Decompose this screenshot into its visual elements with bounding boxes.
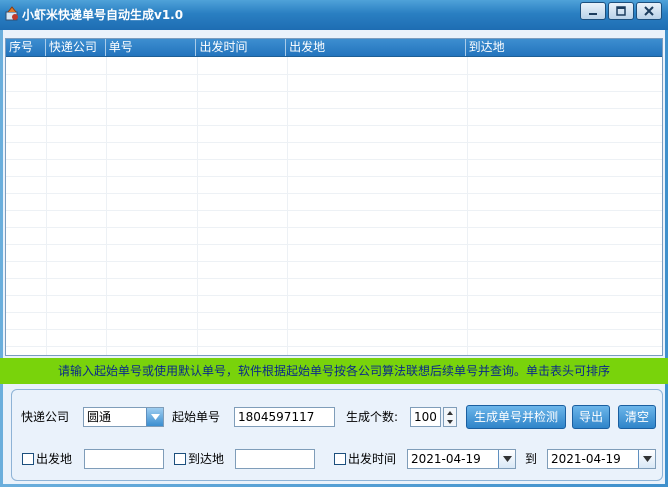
grid-column-line [467, 57, 468, 355]
courier-select[interactable]: 圆通 [83, 407, 164, 427]
minimize-button[interactable] [580, 2, 606, 20]
chevron-down-icon [502, 456, 512, 462]
grid-row-line [6, 176, 662, 177]
grid-row-line [6, 125, 662, 126]
grid-row-line [6, 74, 662, 75]
destination-checkbox[interactable] [174, 453, 186, 465]
table-header: 序号 快递公司 单号 出发时间 出发地 到达地 [6, 39, 662, 57]
grid-row-line [6, 295, 662, 296]
grid-row-line [6, 91, 662, 92]
start-number-input[interactable]: 1804597117 [234, 407, 335, 427]
grid-row-line [6, 142, 662, 143]
grid-row-line [6, 210, 662, 211]
column-header-departure-time[interactable]: 出发时间 [196, 39, 287, 56]
result-table[interactable]: 序号 快递公司 单号 出发时间 出发地 到达地 [5, 38, 663, 356]
close-button[interactable] [636, 2, 662, 20]
date-from-value: 2021-04-19 [411, 452, 481, 466]
grid-row-line [6, 108, 662, 109]
generate-and-check-button[interactable]: 生成单号并检测 [466, 405, 566, 429]
column-header-courier[interactable]: 快递公司 [46, 39, 106, 56]
courier-dropdown-button[interactable] [146, 408, 163, 426]
grid-row-line [6, 312, 662, 313]
chevron-down-icon [150, 414, 160, 420]
close-icon [644, 6, 654, 16]
stepper-down-button[interactable] [444, 417, 456, 426]
date-to-picker[interactable]: 2021-04-19 [547, 449, 656, 469]
window-title: 小虾米快递单号自动生成v1.0 [22, 8, 184, 22]
window-controls [580, 2, 662, 20]
start-number-label: 起始单号 [172, 410, 221, 424]
count-label: 生成个数: [346, 410, 399, 424]
count-input[interactable]: 100 [410, 407, 441, 427]
clear-button[interactable]: 清空 [618, 405, 656, 429]
table-body [6, 57, 662, 355]
grid-row-line [6, 261, 662, 262]
grid-column-line [287, 57, 288, 355]
destination-input[interactable] [235, 449, 315, 469]
chevron-down-icon [642, 456, 652, 462]
grid-row-line [6, 193, 662, 194]
grid-column-line [46, 57, 47, 355]
departure-time-checkbox[interactable] [334, 453, 346, 465]
column-header-index[interactable]: 序号 [6, 39, 46, 56]
column-header-origin[interactable]: 出发地 [286, 39, 466, 56]
count-stepper[interactable] [443, 407, 457, 427]
app-icon [5, 6, 18, 21]
grid-column-line [197, 57, 198, 355]
hint-bar: 请输入起始单号或使用默认单号，软件根据起始单号按各公司算法联想后续单号并查询。单… [0, 358, 668, 384]
courier-select-value: 圆通 [87, 410, 112, 424]
grid-row-line [6, 244, 662, 245]
stepper-up-button[interactable] [444, 408, 456, 417]
destination-label: 到达地 [188, 452, 225, 466]
origin-input[interactable] [84, 449, 164, 469]
grid-row-line [6, 329, 662, 330]
grid-column-line [106, 57, 107, 355]
date-to-dropdown-button[interactable] [638, 450, 655, 468]
grid-row-line [6, 278, 662, 279]
date-from-dropdown-button[interactable] [498, 450, 515, 468]
departure-time-label: 出发时间 [348, 452, 397, 466]
courier-label: 快递公司 [21, 410, 70, 424]
minimize-icon [589, 13, 597, 15]
date-to-value: 2021-04-19 [551, 452, 621, 466]
to-label: 到 [525, 452, 538, 466]
export-button[interactable]: 导出 [572, 405, 610, 429]
caret-up-icon [447, 410, 453, 415]
grid-row-line [6, 346, 662, 347]
column-header-destination[interactable]: 到达地 [466, 39, 662, 56]
origin-label: 出发地 [36, 452, 73, 466]
title-bar: 小虾米快递单号自动生成v1.0 [0, 0, 668, 30]
grid-row-line [6, 227, 662, 228]
maximize-icon [616, 6, 626, 16]
column-header-tracking-number[interactable]: 单号 [106, 39, 197, 56]
caret-down-icon [447, 419, 453, 424]
maximize-button[interactable] [608, 2, 634, 20]
grid-row-line [6, 159, 662, 160]
date-from-picker[interactable]: 2021-04-19 [407, 449, 516, 469]
origin-checkbox[interactable] [22, 453, 34, 465]
